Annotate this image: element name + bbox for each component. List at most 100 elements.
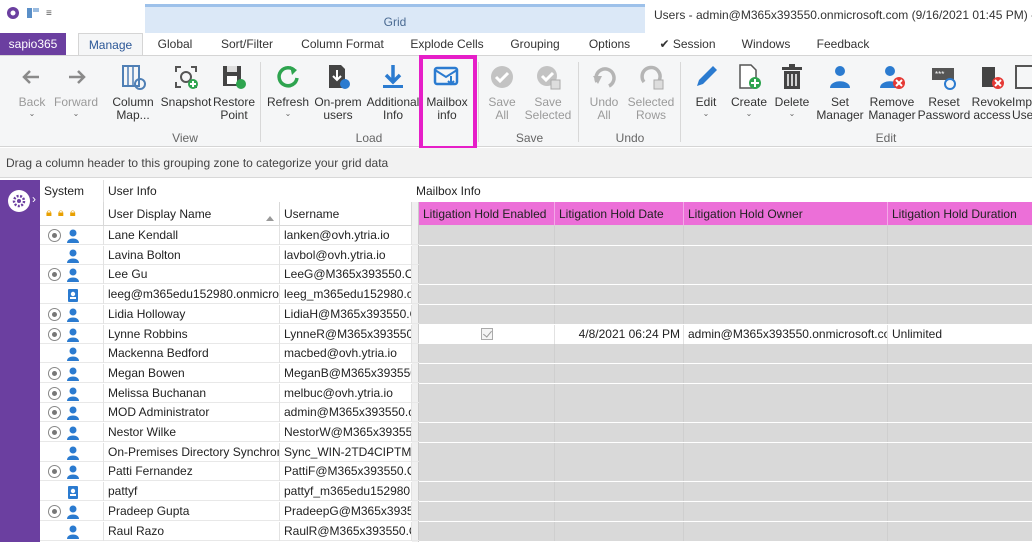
column-header-username[interactable]: Username [280,202,412,226]
litigation-hold-date-cell[interactable] [555,285,684,304]
delete-dropdown-icon[interactable]: ⌄ [789,109,796,118]
back-button[interactable]: Back ⌄ [12,58,52,132]
litigation-hold-owner-cell[interactable] [684,285,888,304]
on-prem-users-button[interactable]: On-prem users [312,58,364,132]
litigation-hold-date-cell[interactable] [555,403,684,422]
litigation-hold-enabled-cell[interactable] [419,502,555,521]
display-name-cell[interactable]: Patti Fernandez [104,462,280,481]
save-selected-button[interactable]: Save Selected [522,58,574,132]
table-row[interactable]: Patti Fernandez PattiF@M365x393550.Onl [40,462,1032,481]
username-cell[interactable]: LynneR@M365x393550.O [280,325,412,344]
display-name-cell[interactable]: Raul Razo [104,522,280,541]
table-row[interactable]: On-Premises Directory Synchron Sync_WIN-2… [40,443,1032,462]
litigation-hold-owner-cell[interactable] [684,403,888,422]
display-name-cell[interactable]: Pradeep Gupta [104,502,280,521]
expand-chevron-icon[interactable]: › [32,192,36,206]
import-users-button[interactable]: Imp Use [1012,58,1032,132]
litigation-hold-date-cell[interactable] [555,443,684,462]
username-cell[interactable]: leeg_m365edu152980.onr [280,285,412,304]
litigation-hold-enabled-cell[interactable] [419,265,555,284]
username-cell[interactable]: macbed@ovh.ytria.io [280,344,412,363]
username-cell[interactable]: PattiF@M365x393550.Onl [280,462,412,481]
table-row[interactable]: Lane Kendall lanken@ovh.ytria.io [40,226,1032,245]
litigation-hold-date-cell[interactable] [555,522,684,541]
table-row[interactable]: Lee GuLeeG@M365x393550.OnM [40,265,1032,284]
litigation-hold-enabled-cell[interactable] [419,325,555,344]
table-row[interactable]: leeg@m365edu152980.onmicros leeg_m365edu1… [40,285,1032,304]
username-cell[interactable]: admin@M365x393550.on [280,403,412,422]
display-name-cell[interactable]: Lidia Holloway [104,305,280,324]
display-name-cell[interactable]: On-Premises Directory Synchron [104,443,280,462]
litigation-hold-date-cell[interactable] [555,502,684,521]
litigation-hold-enabled-cell[interactable] [419,364,555,383]
forward-button[interactable]: Forward ⌄ [52,58,100,132]
table-row[interactable]: Lavina Bolton lavbol@ovh.ytria.io [40,246,1032,265]
table-row[interactable]: MOD Administrator admin@M365x393550.on [40,403,1032,422]
litigation-hold-duration-cell[interactable] [888,305,1032,324]
set-manager-button[interactable]: Set Manager [814,58,866,132]
table-row[interactable]: Raul RazoRaulR@M365x393550.Onl [40,522,1032,541]
display-name-cell[interactable]: leeg@m365edu152980.onmicros [104,285,280,304]
litigation-hold-owner-cell[interactable] [684,364,888,383]
display-name-cell[interactable]: pattyf [104,482,280,501]
username-cell[interactable]: NestorW@M365x393550.( [280,423,412,442]
litigation-hold-duration-cell[interactable] [888,443,1032,462]
litigation-hold-duration-cell[interactable] [888,522,1032,541]
litigation-hold-duration-cell[interactable] [888,265,1032,284]
litigation-hold-enabled-cell[interactable] [419,403,555,422]
litigation-hold-enabled-cell[interactable] [419,344,555,363]
username-cell[interactable]: LidiaH@M365x393550.Or [280,305,412,324]
undo-all-button[interactable]: Undo All [582,58,626,132]
username-cell[interactable]: lanken@ovh.ytria.io [280,226,412,245]
edit-button[interactable]: Edit ⌄ [686,58,726,132]
app-menu-tab[interactable]: sapio365 [0,33,66,55]
litigation-hold-duration-cell[interactable] [888,423,1032,442]
litigation-hold-enabled-cell[interactable] [419,482,555,501]
username-cell[interactable]: MeganB@M365x393550.( [280,364,412,383]
username-cell[interactable]: Sync_WIN-2TD4CIPTM58_ [280,443,412,462]
litigation-hold-date-cell[interactable] [555,265,684,284]
litigation-hold-owner-cell[interactable] [684,384,888,403]
litigation-hold-enabled-cell[interactable] [419,285,555,304]
table-row[interactable]: Lidia Holloway LidiaH@M365x393550.Or [40,305,1032,324]
litigation-hold-duration-cell[interactable] [888,226,1032,245]
refresh-button[interactable]: Refresh ⌄ [264,58,312,132]
column-header-litigation-hold-enabled[interactable]: Litigation Hold Enabled [419,202,555,226]
tab-grouping[interactable]: Grouping [504,33,566,55]
table-row[interactable]: Mackenna Bedford macbed@ovh.ytria.io [40,344,1032,363]
table-row[interactable]: Nestor WilkeNestorW@M365x393550.( [40,423,1032,442]
grid-settings-button[interactable] [8,190,30,212]
litigation-hold-owner-cell[interactable] [684,344,888,363]
display-name-cell[interactable]: Nestor Wilke [104,423,280,442]
tab-sort-filter[interactable]: Sort/Filter [212,33,282,55]
litigation-hold-date-cell[interactable] [555,364,684,383]
qat-dropdown-icon[interactable]: ≡ [46,8,52,19]
litigation-hold-date-cell[interactable] [555,384,684,403]
litigation-hold-owner-cell[interactable] [684,265,888,284]
grouping-zone[interactable]: Drag a column header to this grouping zo… [0,148,1032,178]
username-cell[interactable]: melbuc@ovh.ytria.io [280,384,412,403]
litigation-hold-duration-cell[interactable] [888,462,1032,481]
table-row[interactable]: Pradeep GuptaPradeepG@M365x393550 [40,502,1032,521]
litigation-hold-duration-cell[interactable] [888,285,1032,304]
litigation-hold-duration-cell[interactable] [888,482,1032,501]
restore-point-button[interactable]: Restore Point [212,58,256,132]
create-button[interactable]: Create ⌄ [728,58,770,132]
litigation-hold-enabled-cell[interactable] [419,462,555,481]
litigation-hold-owner-cell[interactable]: admin@M365x393550.onmicrosoft.coı [684,325,888,344]
litigation-hold-owner-cell[interactable] [684,443,888,462]
additional-info-button[interactable]: Additional Info [366,58,420,132]
litigation-hold-enabled-cell[interactable] [419,443,555,462]
tab-feedback[interactable]: Feedback [812,33,874,55]
litigation-hold-enabled-cell[interactable] [419,384,555,403]
litigation-hold-enabled-cell[interactable] [419,522,555,541]
revoke-access-button[interactable]: Revoke access [970,58,1014,132]
display-name-cell[interactable]: Lavina Bolton [104,246,280,265]
snapshot-button[interactable]: Snapshot [160,58,212,132]
edit-dropdown-icon[interactable]: ⌄ [703,109,710,118]
litigation-hold-date-cell[interactable] [555,226,684,245]
username-cell[interactable]: RaulR@M365x393550.Onl [280,522,412,541]
litigation-hold-enabled-cell[interactable] [419,246,555,265]
username-cell[interactable]: LeeG@M365x393550.OnM [280,265,412,284]
save-all-button[interactable]: Save All [482,58,522,132]
